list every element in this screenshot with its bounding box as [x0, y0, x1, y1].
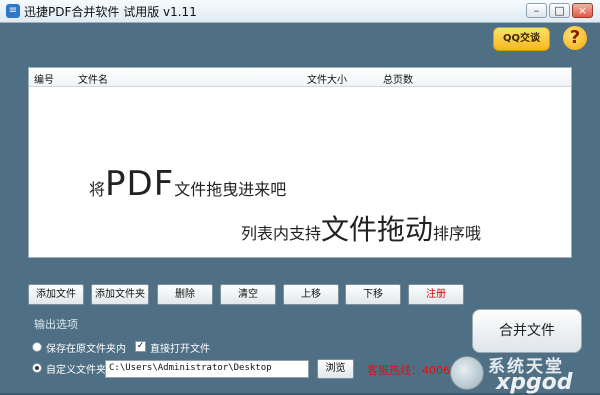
delete-button[interactable]: 删除: [157, 284, 213, 305]
drop-hint-line1: 将PDF文件拖曳进来吧: [89, 164, 286, 204]
app-icon: ≡: [6, 4, 20, 18]
output-path-input[interactable]: C:\Users\Administrator\Desktop: [105, 360, 309, 378]
drop-hint-line1-suffix: 文件拖曳进来吧: [174, 180, 287, 199]
title-bar[interactable]: ≡ 迅捷PDF合并软件 试用版 v1.11 – □ ×: [0, 0, 600, 23]
close-button[interactable]: ×: [572, 3, 593, 18]
save-original-label[interactable]: 保存在原文件夹内: [46, 340, 126, 355]
drop-hint-line1-prefix: 将: [89, 180, 106, 199]
watermark: 系统天堂 xpgod: [450, 352, 600, 395]
move-down-button[interactable]: 下移: [345, 284, 401, 305]
open-directly-label[interactable]: 直接打开文件: [150, 340, 210, 355]
drop-hint-line2-big: 文件拖动: [321, 213, 434, 246]
column-header-filesize[interactable]: 文件大小: [307, 71, 347, 86]
minimize-button[interactable]: –: [526, 3, 547, 18]
file-list[interactable]: 编号 文件名 文件大小 总页数 将PDF文件拖曳进来吧 列表内支持文件拖动排序哦: [28, 67, 572, 258]
custom-folder-radio[interactable]: [32, 363, 42, 373]
file-list-header: 编号 文件名 文件大小 总页数: [29, 68, 571, 87]
add-file-button[interactable]: 添加文件: [28, 284, 84, 305]
drop-hint-line2: 列表内支持文件拖动排序哦: [241, 208, 481, 248]
clear-button[interactable]: 清空: [220, 284, 276, 305]
add-folder-button[interactable]: 添加文件夹: [91, 284, 149, 305]
drop-hint-line2-prefix: 列表内支持: [241, 224, 322, 243]
drop-hint-line2-suffix: 排序哦: [433, 224, 482, 243]
window-title: 迅捷PDF合并软件 试用版 v1.11: [24, 5, 197, 19]
drop-hint-line1-big: PDF: [105, 164, 175, 204]
support-hotline: 客服热线：40066: [367, 364, 457, 377]
watermark-logo-icon: [450, 356, 484, 390]
watermark-line2: xpgod: [496, 370, 573, 395]
register-button[interactable]: 注册: [408, 284, 464, 305]
custom-folder-label[interactable]: 自定义文件夹: [46, 361, 106, 376]
open-directly-checkbox[interactable]: ✓: [135, 341, 146, 352]
move-up-button[interactable]: 上移: [283, 284, 339, 305]
column-header-pages[interactable]: 总页数: [383, 71, 413, 86]
qq-chat-button[interactable]: QQ交谈: [493, 27, 550, 51]
column-header-filename[interactable]: 文件名: [78, 71, 108, 86]
column-header-index[interactable]: 编号: [34, 71, 54, 86]
output-options-title: 输出选项: [34, 318, 78, 331]
help-icon[interactable]: ?: [563, 26, 587, 50]
save-original-radio[interactable]: [32, 342, 42, 352]
main-window: ≡ 迅捷PDF合并软件 试用版 v1.11 – □ × QQ交谈 ? 编号 文件…: [0, 0, 600, 395]
merge-files-button[interactable]: 合并文件: [472, 309, 582, 353]
browse-button[interactable]: 浏览: [317, 359, 354, 379]
maximize-button[interactable]: □: [549, 3, 570, 18]
